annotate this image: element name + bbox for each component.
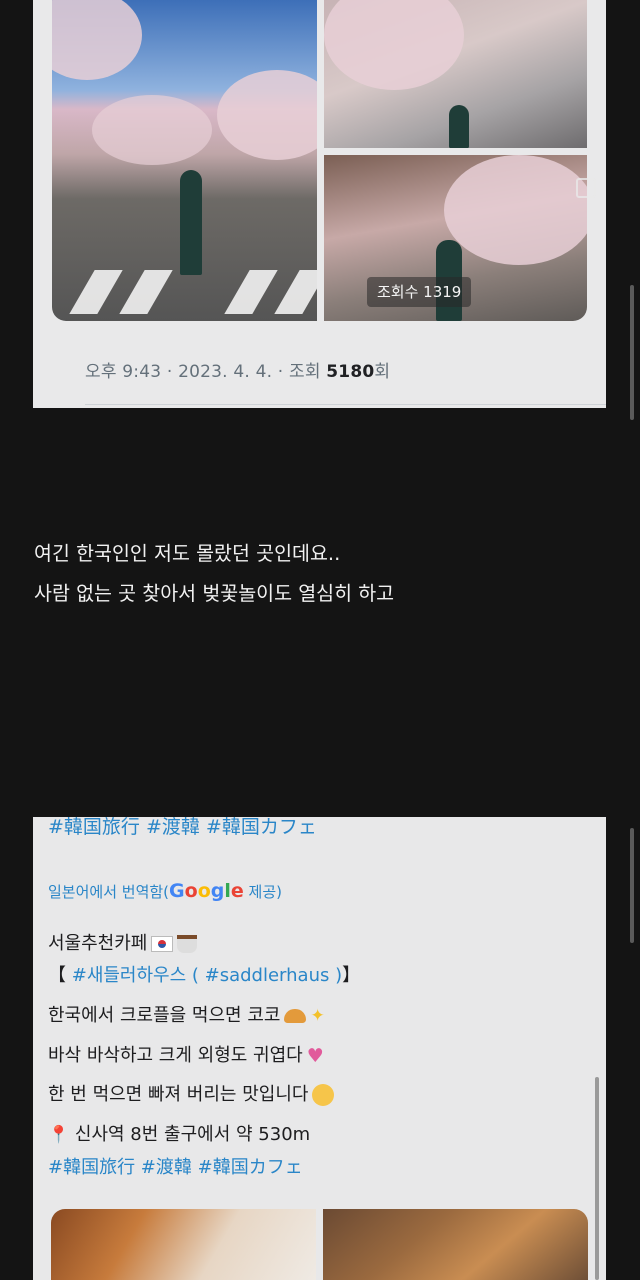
post-line-4-text: 바삭 바삭하고 크게 외형도 귀엽다: [48, 1045, 303, 1066]
cut-off-hashtags[interactable]: #韓国旅行 #渡韓 #韓国カフェ: [48, 817, 317, 839]
translated-prefix: 일본어에서 번역함(: [48, 883, 170, 901]
post-line-4: 바삭 바삭하고 크게 외형도 귀엽다 ♥: [48, 1041, 324, 1067]
bracket-close: 】: [342, 965, 361, 986]
inner-scrollbar[interactable]: [595, 1077, 599, 1280]
post-line-1: 서울추천카페: [48, 929, 198, 955]
post-line-3-text: 한국에서 크로플을 먹으면 코코: [48, 1005, 281, 1026]
caption-line-2: 사람 없는 곳 찾아서 벚꽃놀이도 열심히 하고: [34, 582, 395, 605]
tweet-screenshot-2: #韓国旅行 #渡韓 #韓国カフェ 일본어에서 번역함(Google 제공) 서울…: [33, 817, 606, 1280]
divider: [85, 404, 606, 405]
google-letter: e: [230, 880, 244, 902]
coffee-icon: [177, 935, 198, 953]
flag-kr-icon: [151, 936, 174, 952]
tweet-meta: 오후 9:43 · 2023. 4. 4. · 조회 5180회: [85, 357, 390, 382]
google-letter: G: [169, 880, 185, 902]
post-line-5: 한 번 먹으면 빠져 버리는 맛입니다: [48, 1080, 335, 1106]
hashtag-saddlerhaus[interactable]: #새들러하우스 ( #saddlerhaus ): [72, 965, 342, 986]
post-line-3: 한국에서 크로플을 먹으면 코코 ✦: [48, 1001, 325, 1027]
page-scrollbar-bottom[interactable]: [630, 828, 634, 943]
google-letter: o: [197, 880, 211, 902]
post-line-5-text: 한 번 먹으면 빠져 버리는 맛입니다: [48, 1084, 309, 1105]
sparkle-icon: ✦: [310, 1006, 325, 1026]
photo-cherry-blossom-street[interactable]: [52, 0, 317, 321]
google-letter: g: [210, 880, 225, 902]
post-line-6: 📍 신사역 8번 출구에서 약 530m: [48, 1120, 310, 1146]
post-line-1-text: 서울추천카페: [48, 933, 148, 954]
smile-icon: [312, 1084, 335, 1106]
gif-icon: [576, 178, 596, 198]
croissant-icon: [284, 1009, 307, 1023]
photo-blossom-building[interactable]: [324, 0, 587, 148]
tweet-view-suffix: 회: [374, 362, 391, 382]
heart-icon: ♥: [306, 1045, 324, 1067]
caption-line-1: 여긴 한국인인 저도 몰랐던 곳인데요..: [34, 542, 341, 565]
google-logo: Google: [169, 880, 244, 902]
hashtags[interactable]: #韓国旅行 #渡韓 #韓国カフェ: [48, 1153, 303, 1179]
photo-croffle-1[interactable]: [51, 1209, 316, 1280]
view-count-badge: 조회수 1319: [367, 277, 472, 307]
tweet-meta-time: 오후 9:43 · 2023. 4. 4. · 조회: [85, 362, 327, 382]
tweet-screenshot-1: 조회수 1319 오후 9:43 · 2023. 4. 4. · 조회 5180…: [33, 0, 606, 408]
translated-suffix: 제공): [243, 883, 283, 901]
tweet-view-count: 5180: [326, 362, 375, 382]
translated-notice[interactable]: 일본어에서 번역함(Google 제공): [48, 880, 282, 902]
bracket-open: 【: [48, 965, 72, 986]
photo-croffle-2[interactable]: [323, 1209, 588, 1280]
post-line-6-text: 신사역 8번 출구에서 약 530m: [74, 1124, 311, 1145]
post-line-2: 【 #새들러하우스 ( #saddlerhaus )】: [48, 961, 360, 987]
page-scrollbar-top[interactable]: [630, 285, 634, 420]
google-letter: o: [184, 880, 198, 902]
pin-icon: 📍: [48, 1125, 70, 1145]
